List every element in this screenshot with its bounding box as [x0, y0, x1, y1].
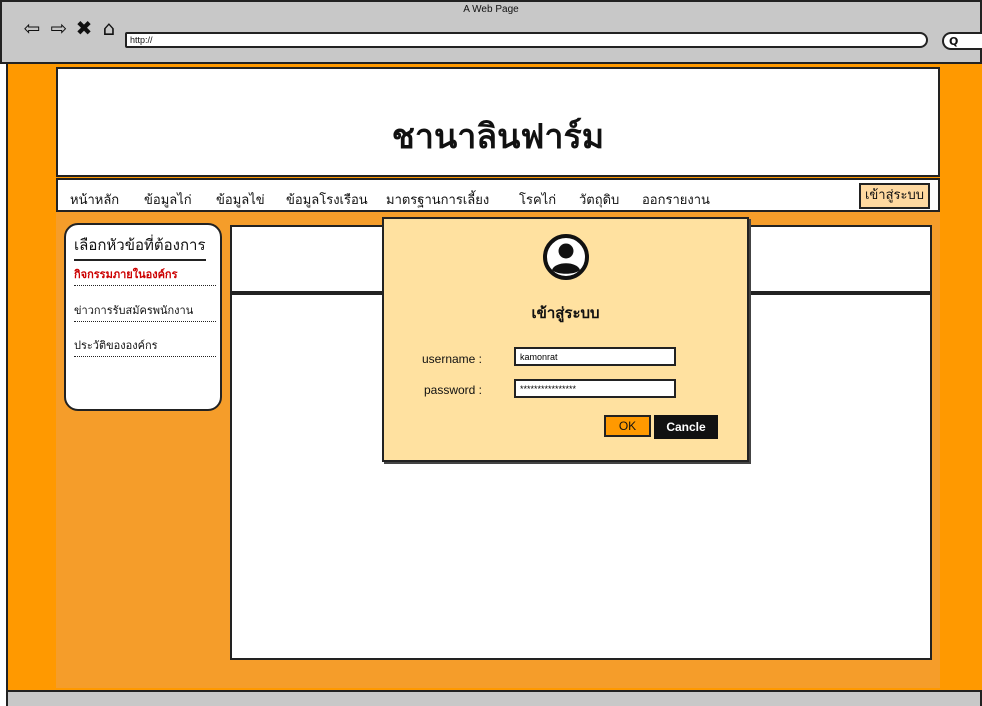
ok-button[interactable]: OK	[604, 415, 651, 437]
browser-title: A Web Page	[463, 4, 519, 15]
close-icon[interactable]: ✖	[72, 16, 96, 40]
menu-item-diseases[interactable]: โรคไก่	[519, 189, 556, 210]
cancel-button[interactable]: Cancle	[654, 415, 718, 439]
sidebar-heading: เลือกหัวข้อที่ต้องการ	[74, 233, 206, 261]
menu-item-reports[interactable]: ออกรายงาน	[642, 189, 710, 210]
sidebar-item-history[interactable]: ประวัติขององค์กร	[74, 336, 216, 357]
back-arrow-icon[interactable]: ⇦	[20, 16, 44, 40]
sidebar-item-activities[interactable]: กิจกรรมภายในองค์กร	[74, 265, 216, 286]
url-bar[interactable]: http://	[125, 32, 928, 48]
menu-item-housing[interactable]: ข้อมูลโรงเรือน	[286, 189, 368, 210]
password-field[interactable]	[514, 379, 676, 398]
sidebar: เลือกหัวข้อที่ต้องการ กิจกรรมภายในองค์กร…	[64, 223, 222, 411]
user-avatar-icon	[543, 234, 589, 280]
menu-item-eggs[interactable]: ข้อมูลไข่	[216, 189, 265, 210]
menu-item-materials[interactable]: วัตถุดิบ	[579, 189, 619, 210]
site-title: ชานาลินฟาร์ม	[391, 117, 605, 157]
forward-arrow-icon[interactable]: ⇨	[47, 16, 71, 40]
username-label: username :	[421, 352, 482, 366]
login-button[interactable]: เข้าสู่ระบบ	[858, 183, 930, 209]
username-field[interactable]	[514, 347, 676, 366]
menu-item-standards[interactable]: มาตรฐานการเลี้ยง	[386, 189, 489, 210]
search-icon[interactable]: Q	[942, 32, 982, 50]
browser-status-bar	[6, 690, 982, 706]
login-dialog: เข้าสู่ระบบ username : password : OK Can…	[382, 217, 749, 462]
url-text: http://	[130, 35, 153, 45]
home-icon[interactable]: ⌂	[97, 16, 121, 40]
menu-item-chicken[interactable]: ข้อมูลไก่	[144, 189, 192, 210]
password-label: password :	[423, 383, 482, 397]
site-header: ชานาลินฟาร์ม	[56, 67, 940, 177]
dialog-title: เข้าสู่ระบบ	[531, 304, 600, 322]
menu-item-home[interactable]: หน้าหลัก	[70, 189, 119, 210]
main-menu: หน้าหลัก ข้อมูลไก่ ข้อมูลไข่ ข้อมูลโรงเร…	[56, 178, 940, 212]
sidebar-item-recruitment[interactable]: ข่าวการรับสมัครพนักงาน	[74, 301, 216, 322]
browser-chrome: A Web Page ⇦ ⇨ ✖ ⌂ http:// Q	[0, 0, 982, 64]
